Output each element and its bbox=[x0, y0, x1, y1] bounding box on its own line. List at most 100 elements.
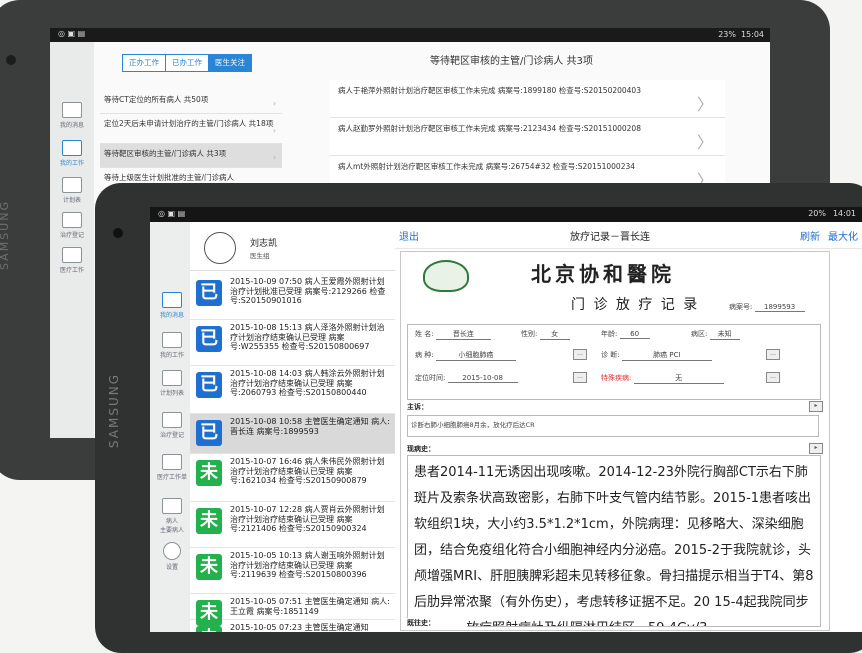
message-text: 2015-10-07 16:46 病人朱伟民外照射计划治疗计划治疗结束确认已受理… bbox=[230, 457, 385, 485]
message-list: 刘志凯 医生组 已 2015-10-09 07:50 病人王爱霞外照射计划治疗计划… bbox=[190, 222, 395, 632]
chevron-right-icon: › bbox=[273, 153, 276, 163]
briefcase-icon bbox=[162, 332, 182, 348]
record-row[interactable]: 病人赵勤罗外照射计划治疗靶区审核工作未完成 病案号:2123434 检查号:S2… bbox=[330, 118, 725, 156]
rail-item-messages[interactable]: 我的消息 bbox=[156, 292, 188, 319]
message-item[interactable]: 已 2015-10-08 10:58 主管医生确定通知 病人:晋长连 病案号:18… bbox=[190, 414, 395, 454]
side-rail: 我的消息 我的工作 计划列表 治疗登记 医疗工作单 病人 主要病人 设置 bbox=[150, 222, 190, 632]
chevron-right-icon: › bbox=[273, 99, 276, 109]
record-title: 放疗记录－晋长连 bbox=[570, 232, 650, 243]
front-camera-dot bbox=[6, 55, 16, 65]
maximize-button[interactable]: 最大化 bbox=[828, 228, 858, 243]
calendar-icon bbox=[62, 177, 82, 193]
battery-percent: 20% bbox=[808, 209, 826, 218]
message-item[interactable]: 未 2015-10-05 07:51 主管医生确定通知 病人:王立霞 病案号:18… bbox=[190, 594, 395, 626]
history-expand-button[interactable]: ▸ bbox=[809, 443, 823, 454]
rail-item-settings[interactable]: 设置 bbox=[156, 542, 188, 571]
message-item[interactable]: 已 2015-10-08 14:03 病人韩涂云外照射计划治疗计划治疗结束确认已受… bbox=[190, 366, 395, 414]
hospital-name: 北京协和醫院 bbox=[531, 262, 675, 286]
hospital-logo-icon bbox=[423, 260, 469, 292]
complaint-field[interactable]: 诊断右肺小细胞肺癌8月余，放化疗后达CR bbox=[407, 415, 819, 437]
disease-picker-button[interactable]: … bbox=[573, 349, 587, 360]
queue-item[interactable]: 定位2天后未申请计划治疗的主管/门诊病人 共18项 › bbox=[100, 114, 282, 144]
message-icon bbox=[162, 292, 182, 308]
patient-sex: 女 bbox=[539, 329, 570, 340]
queue-item[interactable]: 等待CT定位的所有病人 共50项 › bbox=[100, 90, 282, 114]
tab-pending[interactable]: 正办工作 bbox=[123, 55, 166, 71]
rail-item-patient[interactable]: 病人 主要病人 bbox=[156, 498, 188, 534]
user-name: 刘志凯 bbox=[250, 239, 278, 249]
message-item[interactable]: 未 2015-10-07 16:46 病人朱伟民外照射计划治疗计划治疗结束确认已受… bbox=[190, 454, 395, 502]
rail-item-plans[interactable]: 计划表 bbox=[56, 177, 88, 204]
patient-name: 晋长连 bbox=[435, 329, 491, 340]
segment-tabs: 正办工作 已办工作 医生关注 bbox=[122, 54, 252, 72]
rail-item-medical[interactable]: 医疗工作 bbox=[56, 247, 88, 274]
rail-item-messages[interactable]: 我的消息 bbox=[56, 102, 88, 129]
patient-age: 60 bbox=[619, 330, 650, 339]
read-status-icon: 已 bbox=[196, 372, 222, 398]
message-text: 2015-10-08 15:13 病人泽洛外照射计划治疗计划治疗结束确认已受理 … bbox=[230, 323, 385, 351]
message-item[interactable]: 已 2015-10-08 15:13 病人泽洛外照射计划治疗计划治疗结束确认已受理… bbox=[190, 320, 395, 366]
calendar-icon bbox=[162, 370, 182, 386]
avatar[interactable] bbox=[204, 232, 236, 264]
form-icon bbox=[162, 412, 182, 428]
queue-item-selected[interactable]: 等待靶区审核的主管/门诊病人 共3项 › bbox=[100, 144, 282, 168]
brand-label: SAMSUNG bbox=[0, 200, 11, 270]
tab-done[interactable]: 已办工作 bbox=[166, 55, 209, 71]
message-item[interactable]: 未 2015-10-05 10:13 病人谢玉响外照射计划治疗计划治疗结束确认已受… bbox=[190, 548, 395, 594]
message-text: 2015-10-05 07:51 主管医生确定通知 病人:王立霞 病案号:185… bbox=[230, 597, 390, 616]
message-item[interactable]: 未 2015-10-05 07:23 主管医生确定通知 bbox=[190, 620, 395, 632]
complaint-expand-button[interactable]: ▸ bbox=[809, 401, 823, 412]
doctor-icon bbox=[162, 454, 182, 470]
clock: 15:04 bbox=[740, 30, 764, 39]
record-row[interactable]: 病人于艳萍外照射计划治疗靶区审核工作未完成 病案号:1899180 检查号:S2… bbox=[330, 80, 725, 118]
front-screen: ◎ ▣ ▤ 20% 14:01 我的消息 我的工作 计划列表 治疗登记 医疗工作… bbox=[150, 207, 862, 632]
message-text: 2015-10-05 07:23 主管医生确定通知 bbox=[230, 623, 369, 632]
message-icon bbox=[62, 102, 82, 118]
disease-field: 小细胞肺癌 bbox=[435, 350, 516, 361]
brand-label: SAMSUNG bbox=[107, 373, 121, 449]
document-title: 门 诊 放 疗 记 录 bbox=[571, 297, 700, 313]
exit-button[interactable]: 退出 bbox=[399, 228, 419, 243]
location-time-field: 2015-10-08 bbox=[447, 374, 518, 383]
front-camera-dot bbox=[113, 228, 123, 238]
rail-item-work[interactable]: 我的工作 bbox=[156, 332, 188, 359]
message-text: 2015-10-05 10:13 病人谢玉响外照射计划治疗计划治疗结束确认已受理… bbox=[230, 551, 385, 579]
rail-item-medical[interactable]: 医疗工作单 bbox=[156, 454, 188, 481]
date-picker-button[interactable]: … bbox=[573, 372, 587, 383]
history-text[interactable]: 患者2014-11无诱因出现咳嗽。2014-12-23外院行胸部CT示右下肺斑片… bbox=[408, 456, 820, 626]
message-item[interactable]: 未 2015-10-07 12:28 病人贾肖云外照射计划治疗计划治疗结束确认已受… bbox=[190, 502, 395, 548]
history-box: 患者2014-11无诱因出现咳嗽。2014-12-23外院行胸部CT示右下肺斑片… bbox=[407, 455, 821, 627]
history-label: 现病史： bbox=[407, 445, 435, 453]
refresh-button[interactable]: 刷新 bbox=[800, 228, 820, 243]
complaint-label: 主诉： bbox=[407, 403, 428, 411]
message-text: 2015-10-08 14:03 病人韩涂云外照射计划治疗计划治疗结束确认已受理… bbox=[230, 369, 385, 397]
briefcase-icon bbox=[62, 140, 82, 156]
rail-item-work[interactable]: 我的工作 bbox=[56, 140, 88, 167]
read-status-icon: 已 bbox=[196, 420, 222, 446]
tab-watch[interactable]: 医生关注 bbox=[209, 55, 251, 71]
message-text: 2015-10-09 07:50 病人王爱霞外照射计划治疗计划批准已受理 病案号… bbox=[230, 277, 386, 305]
record-document: 北京协和醫院 门 诊 放 疗 记 录 病案号: 1899593 姓 名: 晋长连… bbox=[400, 251, 830, 631]
form-icon bbox=[62, 212, 82, 228]
rail-item-register[interactable]: 治疗登记 bbox=[56, 212, 88, 239]
message-item[interactable]: 已 2015-10-09 07:50 病人王爱霞外照射计划治疗计划批准已受理 病案… bbox=[190, 274, 395, 320]
doctor-icon bbox=[62, 247, 82, 263]
clock: 14:01 bbox=[832, 209, 856, 218]
diagnosis-picker-button[interactable]: … bbox=[766, 349, 780, 360]
notification-icons: ◎ ▣ ▤ bbox=[58, 29, 86, 38]
unread-status-icon: 未 bbox=[196, 460, 222, 486]
list-title: 等待靶区审核的主管/门诊病人 共3项 bbox=[430, 56, 593, 67]
user-role: 医生组 bbox=[250, 252, 270, 260]
notification-icons: ◎ ▣ ▤ bbox=[158, 209, 186, 218]
unread-status-icon: 未 bbox=[196, 508, 222, 534]
rail-item-register[interactable]: 治疗登记 bbox=[156, 412, 188, 439]
divider bbox=[190, 270, 395, 271]
record-toolbar: 退出 放疗记录－晋长连 刷新 最大化 bbox=[395, 222, 862, 249]
patient-icon bbox=[162, 498, 182, 514]
case-number: 1899593 bbox=[754, 303, 805, 312]
special-picker-button[interactable]: … bbox=[766, 372, 780, 383]
read-status-icon: 已 bbox=[196, 326, 222, 352]
unread-status-icon: 未 bbox=[196, 626, 222, 632]
chevron-right-icon: 〉 bbox=[696, 95, 713, 115]
rail-item-plans[interactable]: 计划列表 bbox=[156, 370, 188, 397]
